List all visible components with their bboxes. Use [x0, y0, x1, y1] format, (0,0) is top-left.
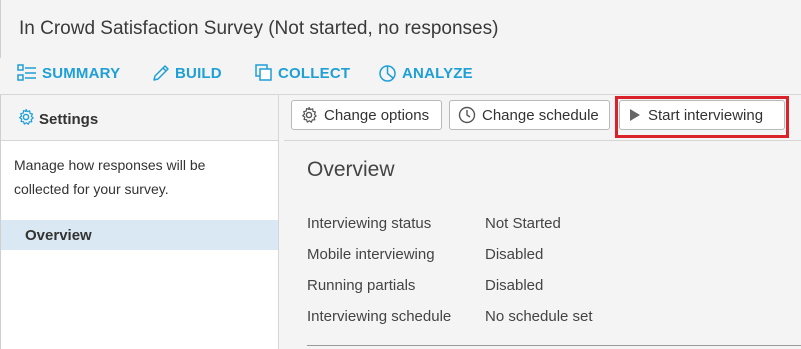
change-options-button[interactable]: Change options: [291, 100, 442, 130]
overview-panel: Overview Interviewing status Not Started…: [284, 141, 801, 349]
sidebar-header-label: Settings: [39, 111, 99, 128]
change-options-label: Change options: [324, 106, 430, 124]
overview-row-label: Interviewing schedule: [307, 308, 452, 325]
overview-row-value: Disabled: [485, 277, 544, 294]
change-schedule-button[interactable]: Change schedule: [449, 100, 610, 130]
nav-build[interactable]: BUILD: [152, 64, 222, 82]
gear-icon: [302, 106, 317, 123]
sidebar-header: Settings: [1, 95, 278, 141]
overview-title: Overview: [307, 158, 395, 181]
change-schedule-label: Change schedule: [482, 106, 599, 124]
pencil-icon: [153, 65, 169, 81]
main-nav: SUMMARY BUILD COLLECT ANALYZE: [0, 58, 801, 94]
nav-analyze-label: ANALYZE: [402, 65, 473, 82]
section-divider: [307, 345, 801, 346]
pie-chart-icon: [379, 65, 396, 82]
nav-collect-label: COLLECT: [278, 64, 351, 82]
nav-analyze[interactable]: ANALYZE: [378, 64, 473, 83]
nav-summary-label: SUMMARY: [42, 64, 121, 82]
nav-collect[interactable]: COLLECT: [255, 64, 350, 82]
gear-icon: [19, 108, 34, 125]
start-interviewing-highlight: [615, 96, 789, 138]
nav-summary[interactable]: SUMMARY: [17, 64, 120, 82]
title-bar: In Crowd Satisfaction Survey (Not starte…: [0, 0, 801, 58]
settings-sidebar: Settings Manage how responses will be co…: [0, 95, 279, 349]
copy-icon: [255, 64, 272, 81]
overview-row-label: Mobile interviewing: [307, 246, 435, 263]
overview-row-label: Running partials: [307, 277, 416, 294]
overview-row-label: Interviewing status: [307, 215, 432, 232]
summary-icon: [17, 64, 36, 81]
sidebar-description: Manage how responses will be collected f…: [14, 157, 206, 197]
overview-row-value: Disabled: [485, 246, 544, 263]
overview-row-value: No schedule set: [485, 308, 593, 325]
nav-build-label: BUILD: [175, 64, 222, 82]
sidebar-item-label: Overview: [25, 227, 92, 244]
overview-row-value: Not Started: [485, 215, 561, 232]
clock-icon: [458, 106, 476, 124]
survey-title: In Crowd Satisfaction Survey (Not starte…: [19, 18, 499, 39]
sidebar-item-overview[interactable]: Overview: [1, 220, 278, 250]
